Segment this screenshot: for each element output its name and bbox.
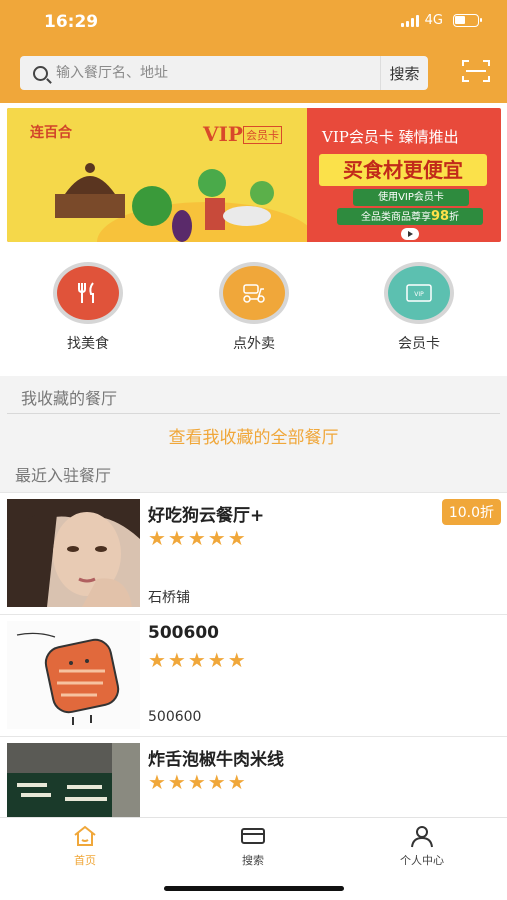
tab-home[interactable]: 首页 <box>30 824 140 868</box>
tab-label: 个人中心 <box>400 854 444 867</box>
person-icon <box>411 826 433 848</box>
banner-headline: 买食材更便宜 <box>319 154 487 186</box>
restaurant-thumbnail <box>7 499 140 607</box>
category-find-food[interactable]: 找美食 <box>33 262 143 353</box>
network-label: 4G <box>424 13 443 28</box>
category-takeout[interactable]: 点外卖 <box>199 262 309 353</box>
svg-text:VIP: VIP <box>414 291 424 298</box>
restaurant-thumbnail <box>7 621 140 729</box>
category-row: 找美食 点外卖 VIP 会员卡 <box>0 262 507 372</box>
vip-card-icon: VIP <box>384 262 454 324</box>
restaurant-address: 石桥铺 <box>148 590 190 606</box>
rating-stars: ★★★★★ <box>148 770 248 794</box>
restaurant-thumbnail <box>7 743 140 817</box>
recent-title: 最近入驻餐厅 <box>15 466 112 485</box>
discount-suffix: 折 <box>449 212 460 223</box>
banner-vip-sub: 会员卡 <box>243 126 282 144</box>
restaurant-list: 好吃狗云餐厅+ ★★★★★ 石桥铺 10.0折 500600 ★★★★★ 500… <box>0 492 507 817</box>
rating-stars: ★★★★★ <box>148 648 248 672</box>
restaurant-name: 好吃狗云餐厅+ <box>148 506 265 526</box>
restaurant-address: 500600 <box>148 709 202 725</box>
search-input[interactable] <box>56 65 380 81</box>
restaurant-row[interactable]: 500600 ★★★★★ 500600 <box>0 614 507 736</box>
app-header: 16:29 4G 搜索 <box>0 0 507 103</box>
favorites-title: 我收藏的餐厅 <box>21 389 118 408</box>
signal-icon <box>400 14 419 27</box>
category-label: 点外卖 <box>233 336 275 352</box>
banner-vip-text: VIP <box>203 122 243 146</box>
category-label: 会员卡 <box>398 336 440 352</box>
scooter-icon <box>219 262 289 324</box>
status-indicators: 4G <box>400 13 482 28</box>
card-icon <box>241 828 265 844</box>
battery-icon <box>453 14 482 27</box>
restaurant-row[interactable]: 好吃狗云餐厅+ ★★★★★ 石桥铺 10.0折 <box>0 492 507 614</box>
tab-profile[interactable]: 个人中心 <box>367 824 477 868</box>
divider <box>7 413 500 414</box>
restaurant-name: 500600 <box>148 623 219 643</box>
restaurant-name: 炸舌泡椒牛肉米线 <box>148 750 284 770</box>
discount-badge: 10.0折 <box>441 499 501 525</box>
category-label: 找美食 <box>67 336 109 352</box>
view-all-favorites-link[interactable]: 查看我收藏的全部餐厅 <box>0 423 507 448</box>
tab-search[interactable]: 搜索 <box>198 824 308 868</box>
search-bar: 搜索 <box>20 56 428 90</box>
tab-label: 首页 <box>74 854 96 867</box>
search-button[interactable]: 搜索 <box>380 56 428 90</box>
banner-title: VIP会员卡 臻情推出 <box>322 128 459 146</box>
tab-label: 搜索 <box>242 854 264 867</box>
banner-logo: 连百合 <box>30 125 72 141</box>
discount-prefix: 全品类商品尊享 <box>360 212 431 223</box>
banner-pill-discount: 全品类商品尊享98折 <box>337 208 483 225</box>
banner-pill-vip: 使用VIP会员卡 <box>353 189 469 206</box>
search-icon <box>33 65 48 81</box>
category-vip-card[interactable]: VIP 会员卡 <box>364 262 474 353</box>
restaurant-row[interactable]: 炸舌泡椒牛肉米线 ★★★★★ <box>0 736 507 817</box>
home-indicator <box>164 886 344 891</box>
play-icon <box>401 228 419 240</box>
discount-value: 98 <box>430 209 450 224</box>
fork-knife-icon <box>53 262 123 324</box>
scan-icon[interactable] <box>461 58 491 84</box>
rating-stars: ★★★★★ <box>148 526 248 550</box>
promo-banner[interactable]: 连百合 VIP 会员卡 VIP会员卡 臻情推出 买食材更便宜 使用VIP会员卡 … <box>7 108 501 242</box>
home-icon <box>74 825 96 846</box>
status-time: 16:29 <box>44 12 99 32</box>
